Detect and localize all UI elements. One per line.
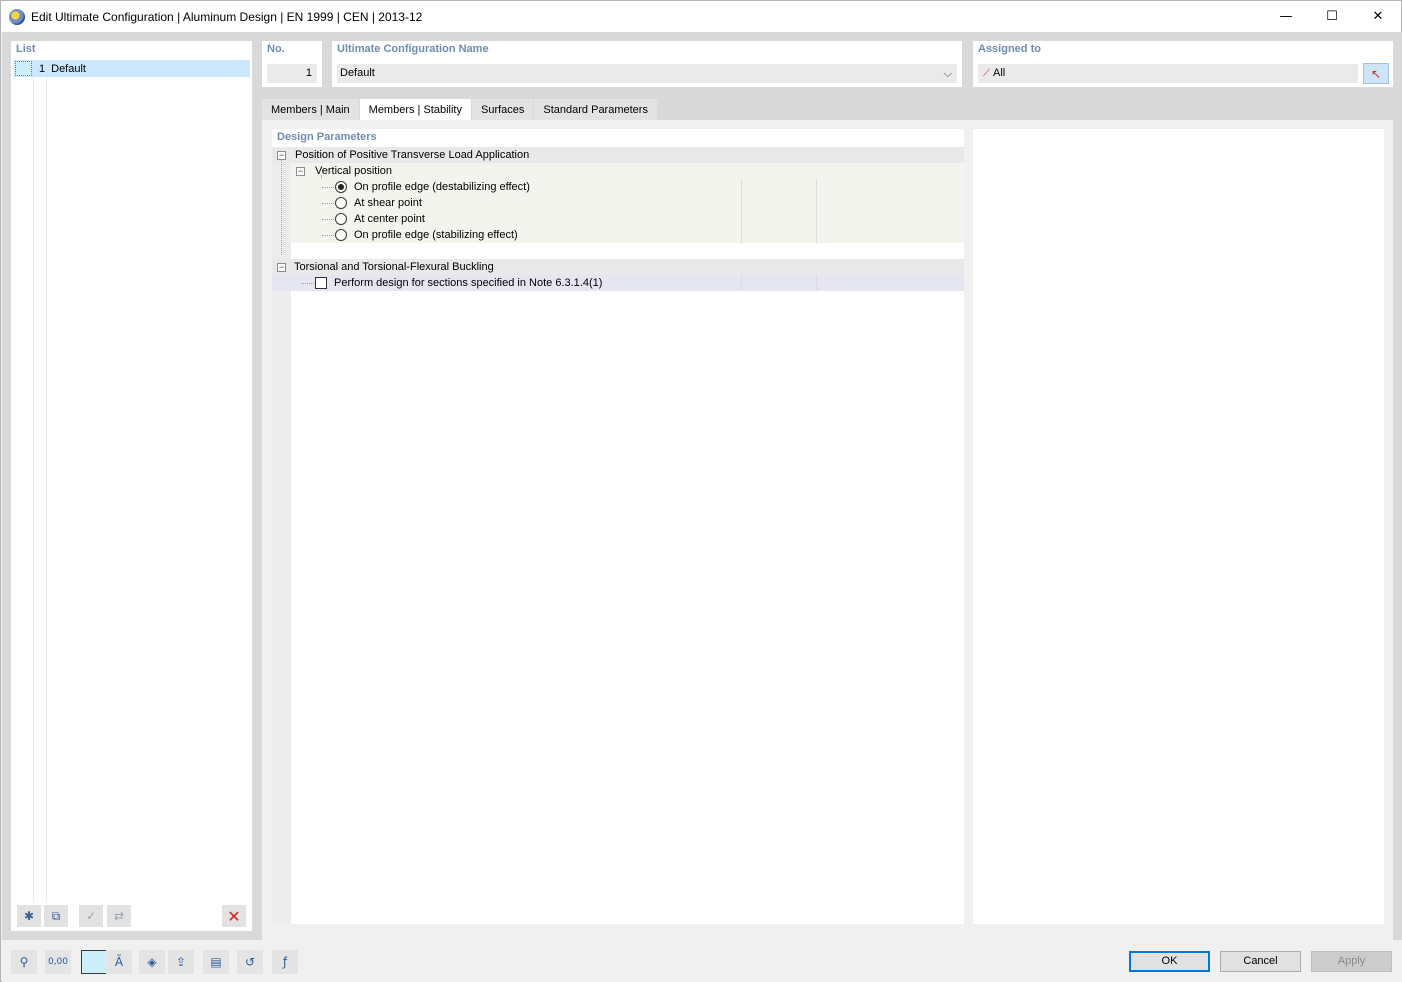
- configuration-name-value: Default: [340, 67, 375, 79]
- tree-connector: [322, 219, 334, 220]
- uncheck-all-icon[interactable]: ⇄: [107, 905, 131, 927]
- assigned-panel: Assigned to ⟋ All ↖: [973, 41, 1393, 87]
- assigned-label: Assigned to: [978, 43, 1041, 55]
- radio-option-destabilizing[interactable]: On profile edge (destabilizing effect): [291, 179, 964, 195]
- check-all-icon[interactable]: ✓: [79, 905, 103, 927]
- checkbox-note-sections[interactable]: Perform design for sections specified in…: [272, 275, 964, 291]
- cancel-button[interactable]: Cancel: [1220, 951, 1301, 972]
- column-separator: [741, 227, 742, 243]
- units-icon[interactable]: 0,00: [45, 950, 71, 974]
- help-icon[interactable]: ⚲: [11, 950, 37, 974]
- number-panel: No. 1: [262, 41, 322, 87]
- radio-option-label: On profile edge (stabilizing effect): [354, 229, 518, 241]
- group-load-position: − Position of Positive Transverse Load A…: [272, 147, 964, 163]
- tab-surfaces[interactable]: Surfaces: [471, 99, 534, 121]
- column-separator: [816, 227, 817, 243]
- radio-option-shear-point[interactable]: At shear point: [291, 195, 964, 211]
- copy-item-icon[interactable]: ⧉: [44, 905, 68, 927]
- delete-icon[interactable]: ✕: [222, 905, 246, 927]
- bottom-toolbar: ⚲ 0,00 Ã ◈ ⇪ ▤ ↺ ƒ OK Cancel Apply: [2, 940, 1402, 982]
- group-torsional-buckling-title: Torsional and Torsional-Flexural Bucklin…: [294, 261, 494, 273]
- select-objects-icon[interactable]: ↖: [1363, 63, 1389, 84]
- title-bar: Edit Ultimate Configuration | Aluminum D…: [1, 1, 1401, 32]
- column-separator: [816, 275, 817, 291]
- column-separator: [741, 195, 742, 211]
- column-separator: [741, 179, 742, 195]
- new-item-icon[interactable]: ✱: [17, 905, 41, 927]
- tab-members-main[interactable]: Members | Main: [262, 99, 359, 121]
- tree-connector: [322, 187, 334, 188]
- radio-option-stabilizing[interactable]: On profile edge (stabilizing effect): [291, 227, 964, 243]
- checkbox[interactable]: [315, 277, 327, 289]
- apply-button[interactable]: Apply: [1311, 951, 1392, 972]
- dialog-client: List 1 Default ✱ ⧉ ✓ ⇄ ✕ No. 1 Ultimate …: [2, 32, 1402, 982]
- assigned-to-value: All: [993, 67, 1006, 79]
- tree-connector: [281, 159, 282, 255]
- design-parameters-panel: Design Parameters − Position of Positive…: [272, 129, 964, 924]
- tab-standard-parameters[interactable]: Standard Parameters: [534, 99, 657, 121]
- number-field: 1: [267, 64, 317, 83]
- maximize-button[interactable]: ☐: [1309, 1, 1355, 32]
- list-toolbar: ✱ ⧉ ✓ ⇄ ✕: [11, 901, 252, 931]
- tree-connector: [322, 235, 334, 236]
- radio-option-label: At center point: [354, 213, 425, 225]
- number-label: No.: [267, 43, 285, 55]
- radio-button[interactable]: [335, 181, 347, 193]
- radio-option-center-point[interactable]: At center point: [291, 211, 964, 227]
- reset-icon[interactable]: ↺: [237, 950, 263, 974]
- minimize-button[interactable]: —: [1263, 1, 1309, 32]
- color-swatch: [15, 61, 32, 76]
- list-label: List: [16, 43, 36, 55]
- collapse-icon[interactable]: −: [296, 166, 305, 176]
- app-icon: [9, 8, 25, 25]
- column-separator: [816, 179, 817, 195]
- design-parameters-label: Design Parameters: [277, 131, 377, 143]
- configuration-name-combo[interactable]: Default ⌵: [337, 64, 957, 83]
- formula-icon[interactable]: ƒ: [272, 950, 298, 974]
- info-panel: [973, 129, 1384, 924]
- list-panel: List 1 Default ✱ ⧉ ✓ ⇄ ✕: [11, 41, 252, 931]
- tab-bar: Members | Main Members | Stability Surfa…: [262, 99, 658, 121]
- name-label: Ultimate Configuration Name: [337, 43, 489, 55]
- radio-button[interactable]: [335, 229, 347, 241]
- sub-vertical-position: − Vertical position: [291, 163, 964, 179]
- column-separator: [816, 211, 817, 227]
- ok-button[interactable]: OK: [1129, 951, 1210, 972]
- model-icon[interactable]: ◈: [139, 950, 165, 974]
- library-icon[interactable]: ▤: [203, 950, 229, 974]
- group-load-position-title: Position of Positive Transverse Load App…: [295, 149, 530, 161]
- radio-option-label: At shear point: [354, 197, 422, 209]
- list-item-name: Default: [51, 62, 86, 75]
- assigned-to-field[interactable]: ⟋ All: [978, 64, 1358, 83]
- list-item-number: 1: [39, 62, 46, 75]
- collapse-icon[interactable]: −: [277, 262, 286, 272]
- close-button[interactable]: ✕: [1355, 1, 1401, 32]
- radio-option-label: On profile edge (destabilizing effect): [354, 181, 530, 193]
- export-icon[interactable]: ⇪: [168, 950, 194, 974]
- dialog-window: Edit Ultimate Configuration | Aluminum D…: [0, 0, 1402, 982]
- radio-button[interactable]: [335, 213, 347, 225]
- tab-members-stability[interactable]: Members | Stability: [359, 99, 471, 121]
- checkbox-label: Perform design for sections specified in…: [334, 277, 603, 289]
- column-separator: [741, 275, 742, 291]
- tree-connector: [301, 283, 314, 284]
- member-icon: ⟋: [983, 68, 990, 79]
- group-torsional-buckling: − Torsional and Torsional-Flexural Buckl…: [272, 259, 964, 275]
- name-panel: Ultimate Configuration Name Default ⌵: [332, 41, 962, 87]
- list-grid-lines: [33, 77, 47, 901]
- window-controls: — ☐ ✕: [1263, 1, 1401, 32]
- color-icon[interactable]: [81, 950, 107, 974]
- list-item[interactable]: 1 Default: [14, 60, 250, 77]
- column-separator: [816, 195, 817, 211]
- chevron-down-icon[interactable]: ⌵: [944, 64, 952, 83]
- radio-button[interactable]: [335, 197, 347, 209]
- section-icon[interactable]: Ã: [106, 950, 132, 974]
- tree-connector: [322, 203, 334, 204]
- column-separator: [741, 211, 742, 227]
- sub-vertical-position-title: Vertical position: [315, 165, 393, 177]
- window-title: Edit Ultimate Configuration | Aluminum D…: [31, 9, 423, 24]
